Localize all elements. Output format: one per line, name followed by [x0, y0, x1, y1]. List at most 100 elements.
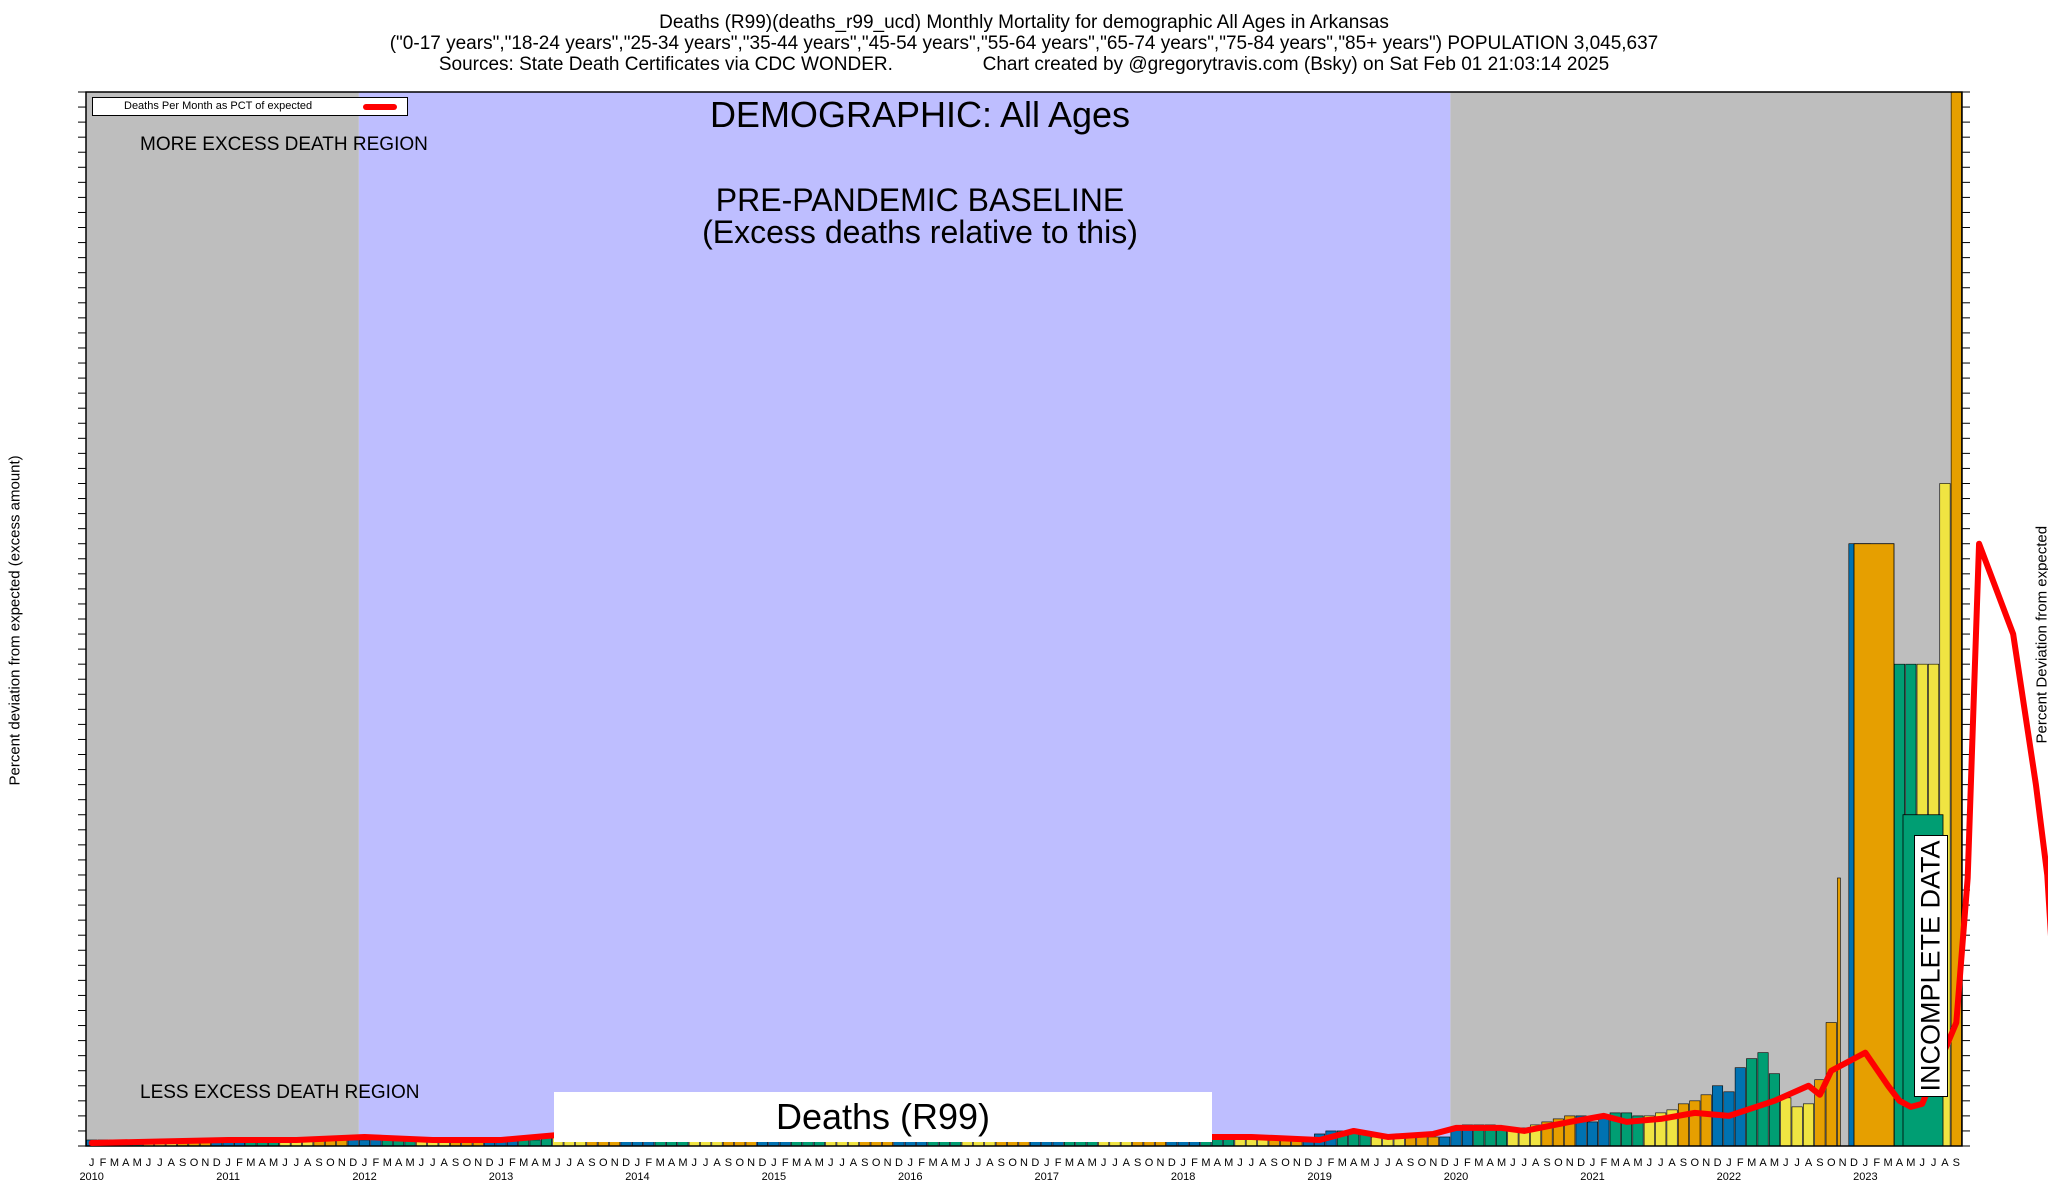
year-tick-label: 2020	[1444, 1171, 1468, 1183]
month-tick-label: M	[1770, 1157, 1779, 1169]
bar-month-133	[1598, 1115, 1610, 1147]
bar-month-151	[1803, 1103, 1814, 1147]
month-tick-label: J	[498, 1157, 504, 1169]
bar-month-154	[1837, 877, 1841, 1147]
year-tick-label: 2014	[625, 1171, 649, 1183]
month-tick-label: J	[555, 1157, 561, 1169]
month-tick-label: S	[179, 1157, 186, 1169]
year-tick-label: 2019	[1307, 1171, 1331, 1183]
month-tick-label: O	[190, 1157, 199, 1169]
bar-month-141	[1689, 1100, 1701, 1147]
month-tick-label: D	[622, 1157, 630, 1169]
month-tick-label: D	[1577, 1157, 1585, 1169]
month-tick-label: A	[577, 1157, 585, 1169]
month-tick-label: J	[1522, 1157, 1528, 1169]
month-tick-label: F	[645, 1157, 652, 1169]
month-tick-label: N	[1839, 1157, 1847, 1169]
left-axis-label: Percent deviation from expected (excess …	[6, 455, 24, 786]
month-tick-label: M	[1338, 1157, 1347, 1169]
year-tick-label: 2023	[1853, 1171, 1877, 1183]
month-tick-label: A	[850, 1157, 858, 1169]
month-tick-label: A	[1668, 1157, 1676, 1169]
month-tick-label: M	[519, 1157, 528, 1169]
legend-label: Deaths Per Month as PCT of expected	[124, 100, 313, 112]
incomplete-data-text: INCOMPLETE DATA	[1915, 840, 1946, 1092]
month-tick-label: J	[157, 1157, 163, 1169]
month-tick-label: N	[1156, 1157, 1164, 1169]
month-tick-label: A	[1123, 1157, 1131, 1169]
month-tick-label: N	[747, 1157, 755, 1169]
month-tick-label: J	[976, 1157, 982, 1169]
bar-month-146	[1746, 1058, 1758, 1147]
month-tick-label: M	[928, 1157, 937, 1169]
month-tick-label: S	[1543, 1157, 1550, 1169]
year-tick-label: 2013	[489, 1171, 513, 1183]
bar-month-144	[1723, 1091, 1735, 1147]
month-tick-label: A	[986, 1157, 994, 1169]
month-tick-label: M	[1224, 1157, 1233, 1169]
month-tick-label: O	[735, 1157, 744, 1169]
bar-month-135	[1621, 1112, 1633, 1147]
series-label: Deaths (R99)	[775, 1096, 991, 1137]
month-tick-label: J	[1374, 1157, 1380, 1169]
month-tick-label: N	[1566, 1157, 1574, 1169]
month-tick-label: A	[1941, 1157, 1949, 1169]
month-tick-label: A	[440, 1157, 448, 1169]
month-tick-label: S	[1680, 1157, 1687, 1169]
legend-swatch	[363, 104, 397, 110]
month-tick-label: N	[474, 1157, 482, 1169]
month-tick-label: M	[110, 1157, 119, 1169]
baseline-label-line2: (Excess deaths relative to this)	[702, 214, 1138, 250]
more-excess-label: MORE EXCESS DEATH REGION	[140, 134, 428, 155]
month-tick-label: O	[1691, 1157, 1700, 1169]
month-tick-label: F	[1328, 1157, 1335, 1169]
month-tick-label: D	[759, 1157, 767, 1169]
month-tick-label: O	[463, 1157, 472, 1169]
month-tick-label: J	[1863, 1157, 1869, 1169]
month-tick-label: A	[1214, 1157, 1222, 1169]
year-tick-label: 2021	[1580, 1171, 1604, 1183]
month-tick-label: M	[1474, 1157, 1483, 1169]
month-tick-label: J	[964, 1157, 970, 1169]
month-tick-label: N	[1429, 1157, 1437, 1169]
year-tick-label: 2010	[79, 1171, 103, 1183]
month-tick-label: F	[1464, 1157, 1471, 1169]
month-tick-label: N	[1702, 1157, 1710, 1169]
month-tick-label: M	[269, 1157, 278, 1169]
month-tick-label: A	[804, 1157, 812, 1169]
bar-month-132	[1587, 1121, 1598, 1147]
month-tick-label: F	[1737, 1157, 1744, 1169]
month-tick-label: A	[304, 1157, 312, 1169]
month-tick-label: N	[1293, 1157, 1301, 1169]
month-tick-label: D	[1850, 1157, 1858, 1169]
month-tick-label: S	[1407, 1157, 1414, 1169]
month-tick-label: J	[908, 1157, 914, 1169]
month-tick-label: F	[100, 1157, 107, 1169]
month-tick-label: F	[1055, 1157, 1062, 1169]
month-tick-label: A	[1077, 1157, 1085, 1169]
month-tick-label: J	[294, 1157, 300, 1169]
region-pre-baseline	[86, 92, 359, 1146]
month-tick-label: S	[1816, 1157, 1823, 1169]
year-tick-label: 2011	[216, 1171, 240, 1183]
month-tick-label: M	[951, 1157, 960, 1169]
bar-month-119	[1439, 1136, 1451, 1147]
month-tick-label: J	[692, 1157, 698, 1169]
month-tick-label: J	[89, 1157, 95, 1169]
month-tick-label: M	[1906, 1157, 1915, 1169]
month-tick-label: O	[326, 1157, 335, 1169]
legend: Deaths Per Month as PCT of expected	[92, 97, 408, 116]
month-tick-label: F	[373, 1157, 380, 1169]
month-tick-label: O	[1281, 1157, 1290, 1169]
month-tick-label: J	[1453, 1157, 1459, 1169]
bar-month-149	[1780, 1097, 1792, 1147]
month-tick-label: J	[419, 1157, 425, 1169]
month-tick-label: M	[542, 1157, 551, 1169]
month-tick-label: N	[611, 1157, 619, 1169]
month-tick-label: S	[1953, 1157, 1960, 1169]
month-tick-label: N	[201, 1157, 209, 1169]
month-tick-label: D	[486, 1157, 494, 1169]
month-tick-label: F	[1191, 1157, 1198, 1169]
month-tick-label: M	[405, 1157, 414, 1169]
month-tick-label: A	[1532, 1157, 1540, 1169]
